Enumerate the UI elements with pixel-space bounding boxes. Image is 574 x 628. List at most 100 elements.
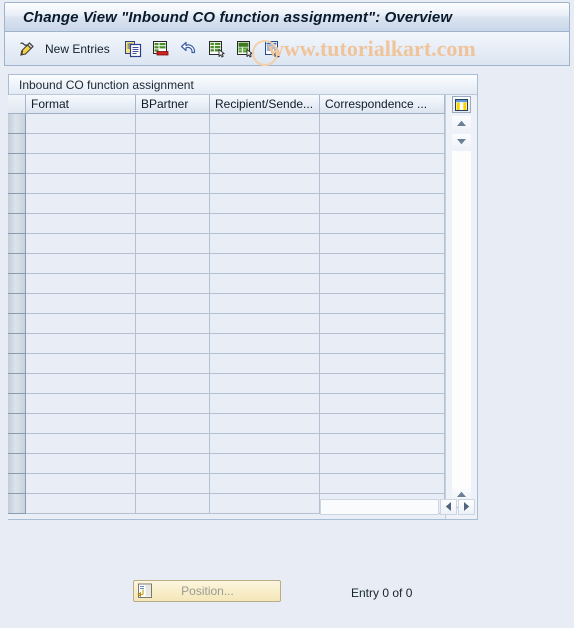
row-selector-cell[interactable] xyxy=(8,434,26,454)
table-row[interactable] xyxy=(8,374,445,394)
cell-bpartner[interactable] xyxy=(136,414,210,434)
cell-correspondence[interactable] xyxy=(320,134,445,154)
cell-correspondence[interactable] xyxy=(320,354,445,374)
cell-format[interactable] xyxy=(26,254,136,274)
table-row[interactable] xyxy=(8,394,445,414)
cell-correspondence[interactable] xyxy=(320,154,445,174)
cell-correspondence[interactable] xyxy=(320,434,445,454)
cell-bpartner[interactable] xyxy=(136,354,210,374)
column-header-correspondence[interactable]: Correspondence ... xyxy=(320,95,445,114)
cell-correspondence[interactable] xyxy=(320,274,445,294)
cell-bpartner[interactable] xyxy=(136,214,210,234)
cell-correspondence[interactable] xyxy=(320,334,445,354)
row-selector-cell[interactable] xyxy=(8,414,26,434)
cell-correspondence[interactable] xyxy=(320,254,445,274)
row-selector-cell[interactable] xyxy=(8,114,26,134)
cell-format[interactable] xyxy=(26,194,136,214)
cell-recipient_sender[interactable] xyxy=(210,394,320,414)
horizontal-scroll-track[interactable] xyxy=(320,498,439,515)
column-config-icon[interactable] xyxy=(451,96,471,113)
table-row[interactable] xyxy=(8,254,445,274)
cell-correspondence[interactable] xyxy=(320,454,445,474)
table-row[interactable] xyxy=(8,214,445,234)
table-row[interactable] xyxy=(8,234,445,254)
cell-correspondence[interactable] xyxy=(320,194,445,214)
table-row[interactable] xyxy=(8,434,445,454)
row-selector-cell[interactable] xyxy=(8,254,26,274)
cell-recipient_sender[interactable] xyxy=(210,454,320,474)
row-selector-cell[interactable] xyxy=(8,494,26,514)
cell-correspondence[interactable] xyxy=(320,114,445,134)
cell-bpartner[interactable] xyxy=(136,234,210,254)
row-selector-cell[interactable] xyxy=(8,274,26,294)
delete-button[interactable] xyxy=(148,35,174,63)
cell-format[interactable] xyxy=(26,294,136,314)
cell-bpartner[interactable] xyxy=(136,474,210,494)
table-row[interactable] xyxy=(8,114,445,134)
cell-recipient_sender[interactable] xyxy=(210,314,320,334)
table-row[interactable] xyxy=(8,454,445,474)
cell-bpartner[interactable] xyxy=(136,494,210,514)
copy-button[interactable] xyxy=(120,35,146,63)
cell-bpartner[interactable] xyxy=(136,394,210,414)
cell-correspondence[interactable] xyxy=(320,414,445,434)
column-header-recipient-sender[interactable]: Recipient/Sende... xyxy=(210,95,320,114)
table-row[interactable] xyxy=(8,274,445,294)
cell-recipient_sender[interactable] xyxy=(210,494,320,514)
cell-bpartner[interactable] xyxy=(136,194,210,214)
row-selector-cell[interactable] xyxy=(8,234,26,254)
undo-button[interactable] xyxy=(176,35,202,63)
cell-correspondence[interactable] xyxy=(320,214,445,234)
table-row[interactable] xyxy=(8,334,445,354)
cell-correspondence[interactable] xyxy=(320,474,445,494)
cell-format[interactable] xyxy=(26,234,136,254)
cell-format[interactable] xyxy=(26,354,136,374)
cell-correspondence[interactable] xyxy=(320,234,445,254)
row-selector-cell[interactable] xyxy=(8,314,26,334)
cell-correspondence[interactable] xyxy=(320,294,445,314)
deselect-all-button[interactable] xyxy=(232,35,258,63)
row-selector-cell[interactable] xyxy=(8,194,26,214)
cell-bpartner[interactable] xyxy=(136,294,210,314)
new-entries-button[interactable]: New Entries xyxy=(41,42,118,56)
row-selector-cell[interactable] xyxy=(8,174,26,194)
row-selector-cell[interactable] xyxy=(8,134,26,154)
table-row[interactable] xyxy=(8,414,445,434)
cell-format[interactable] xyxy=(26,174,136,194)
row-selector-cell[interactable] xyxy=(8,294,26,314)
row-selector-cell[interactable] xyxy=(8,214,26,234)
cell-bpartner[interactable] xyxy=(136,174,210,194)
cell-recipient_sender[interactable] xyxy=(210,134,320,154)
details-button[interactable] xyxy=(260,35,286,63)
cell-recipient_sender[interactable] xyxy=(210,354,320,374)
scroll-down-icon[interactable] xyxy=(451,134,471,149)
cell-format[interactable] xyxy=(26,114,136,134)
table-row[interactable] xyxy=(8,134,445,154)
cell-bpartner[interactable] xyxy=(136,114,210,134)
cell-correspondence[interactable] xyxy=(320,174,445,194)
cell-recipient_sender[interactable] xyxy=(210,274,320,294)
select-all-button[interactable] xyxy=(204,35,230,63)
cell-recipient_sender[interactable] xyxy=(210,114,320,134)
cell-format[interactable] xyxy=(26,394,136,414)
cell-recipient_sender[interactable] xyxy=(210,414,320,434)
cell-format[interactable] xyxy=(26,314,136,334)
cell-bpartner[interactable] xyxy=(136,314,210,334)
cell-bpartner[interactable] xyxy=(136,274,210,294)
cell-correspondence[interactable] xyxy=(320,314,445,334)
position-button[interactable]: Position... xyxy=(133,580,281,602)
cell-recipient_sender[interactable] xyxy=(210,234,320,254)
cell-format[interactable] xyxy=(26,134,136,154)
cell-format[interactable] xyxy=(26,274,136,294)
row-selector-cell[interactable] xyxy=(8,154,26,174)
cell-bpartner[interactable] xyxy=(136,254,210,274)
column-header-bpartner[interactable]: BPartner xyxy=(136,95,210,114)
cell-format[interactable] xyxy=(26,374,136,394)
row-selector-cell[interactable] xyxy=(8,374,26,394)
cell-format[interactable] xyxy=(26,214,136,234)
cell-recipient_sender[interactable] xyxy=(210,174,320,194)
cell-correspondence[interactable] xyxy=(320,394,445,414)
scroll-left-icon[interactable] xyxy=(440,498,457,515)
cell-format[interactable] xyxy=(26,474,136,494)
row-selector-cell[interactable] xyxy=(8,354,26,374)
